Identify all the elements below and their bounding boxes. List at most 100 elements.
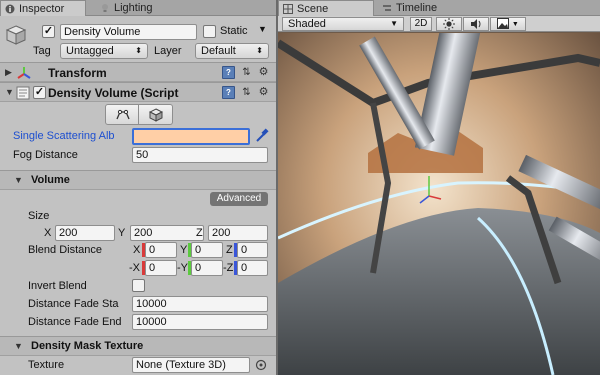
- presets-icon[interactable]: ⇅: [240, 66, 253, 79]
- tab-lighting[interactable]: Lighting: [96, 0, 176, 16]
- script-icon: [16, 86, 30, 100]
- chevron-down-icon: ⬍: [256, 46, 263, 55]
- tab-scene-label: Scene: [297, 3, 329, 15]
- edit-shape-button[interactable]: [139, 104, 173, 125]
- chevron-down-icon: ▼: [390, 19, 398, 28]
- blend-pos-x-label: X: [133, 244, 141, 256]
- single-scattering-albedo-label: Single Scattering Alb: [13, 130, 115, 142]
- size-label: Size: [28, 210, 50, 222]
- density-mask-section-header[interactable]: ▼ Density Mask Texture: [0, 336, 276, 356]
- tab-inspector[interactable]: Inspector: [0, 0, 86, 16]
- static-checkbox[interactable]: [203, 25, 216, 38]
- distance-fade-start-field[interactable]: 10000: [132, 296, 268, 312]
- static-label: Static: [220, 25, 248, 37]
- scene-tabbar: Scene Timeline: [278, 0, 600, 16]
- shading-mode-dropdown[interactable]: Shaded ▼: [282, 17, 404, 31]
- texture-label: Texture: [28, 359, 65, 371]
- distance-fade-start-label: Distance Fade Sta: [28, 298, 119, 310]
- chevron-down-icon: ▼: [511, 21, 519, 29]
- volume-section-title: Volume: [31, 174, 70, 186]
- blend-neg-x-label: -X: [129, 262, 140, 274]
- gear-icon[interactable]: ⚙: [257, 86, 270, 99]
- help-book-icon[interactable]: ?: [222, 86, 235, 99]
- tab-timeline[interactable]: Timeline: [378, 0, 474, 16]
- blend-pos-z-label: Z: [226, 244, 233, 256]
- lightbulb-icon: [102, 4, 108, 12]
- timeline-icon: [383, 5, 391, 11]
- foldout-collapsed-icon[interactable]: ▶: [5, 67, 12, 78]
- scene-panel: Scene Timeline Shaded ▼ 2D ▼: [278, 0, 600, 375]
- size-x-axis-label: X: [44, 227, 52, 239]
- gear-icon[interactable]: ⚙: [257, 66, 270, 79]
- help-book-icon[interactable]: ?: [222, 66, 235, 79]
- eyedropper-icon[interactable]: [255, 128, 269, 143]
- tag-value: Untagged: [66, 45, 114, 57]
- tag-dropdown[interactable]: Untagged ⬍: [60, 43, 148, 59]
- presets-icon[interactable]: ⇅: [240, 86, 253, 99]
- blend-neg-z-label: -Z: [223, 262, 234, 274]
- distance-fade-end-label: Distance Fade End: [28, 316, 122, 328]
- gameobject-name-field[interactable]: Density Volume: [60, 24, 197, 40]
- texture-object-field[interactable]: None (Texture 3D): [132, 357, 250, 373]
- density-volume-enabled-checkbox[interactable]: ✓: [33, 86, 46, 99]
- gameobject-cube-icon: [5, 25, 27, 45]
- blend-neg-y-label: -Y: [177, 262, 188, 274]
- blend-pos-z-field[interactable]: 0: [237, 242, 268, 258]
- invert-blend-checkbox[interactable]: [132, 279, 145, 292]
- foldout-expanded-icon[interactable]: ▼: [14, 341, 23, 351]
- inspector-tabbar: Inspector Lighting: [0, 0, 276, 16]
- blend-neg-z-field[interactable]: 0: [237, 260, 268, 276]
- size-y-field[interactable]: 200: [130, 225, 204, 241]
- info-icon: [5, 4, 15, 14]
- transform-title: Transform: [48, 66, 107, 80]
- foldout-expanded-icon[interactable]: ▼: [14, 175, 23, 185]
- scene-viewport[interactable]: [278, 33, 600, 375]
- size-z-field[interactable]: 200: [208, 225, 268, 241]
- audio-toggle-button[interactable]: [463, 17, 489, 31]
- fog-distance-field[interactable]: 50: [132, 147, 268, 163]
- object-picker-icon[interactable]: [255, 359, 267, 371]
- density-mask-section-title: Density Mask Texture: [31, 340, 144, 352]
- edit-blend-button[interactable]: [105, 104, 139, 125]
- tab-timeline-label: Timeline: [396, 2, 438, 14]
- density-volume-title: Density Volume (Script: [48, 86, 179, 100]
- inspector-panel: Inspector Lighting ✓ Density Volume Stat…: [0, 0, 276, 375]
- transform-axes-icon: [17, 67, 31, 79]
- density-volume-header[interactable]: ▼ ✓ Density Volume (Script ? ⇅ ⚙: [0, 82, 276, 102]
- image-icon: [497, 18, 510, 29]
- invert-blend-label: Invert Blend: [28, 280, 87, 292]
- layer-dropdown[interactable]: Default ⬍: [195, 43, 269, 59]
- static-dropdown-arrow-icon[interactable]: ▼: [258, 24, 267, 34]
- scene-grid-icon: [283, 4, 293, 14]
- tab-scene[interactable]: Scene: [278, 0, 374, 16]
- blend-distance-label: Blend Distance: [28, 244, 102, 256]
- blend-neg-x-field[interactable]: 0: [145, 260, 177, 276]
- foldout-expanded-icon[interactable]: ▼: [5, 87, 14, 97]
- layer-label: Layer: [154, 45, 182, 57]
- size-x-field[interactable]: 200: [55, 225, 115, 241]
- tab-inspector-label: Inspector: [19, 3, 65, 15]
- effects-dropdown-button[interactable]: ▼: [490, 17, 526, 31]
- size-z-axis-label: Z: [196, 227, 203, 239]
- cube-icon: [149, 108, 163, 122]
- toggle-2d-button[interactable]: 2D: [410, 17, 432, 31]
- advanced-toggle-button[interactable]: Advanced: [210, 192, 268, 206]
- tag-label: Tag: [33, 45, 51, 57]
- tab-lighting-label: Lighting: [114, 2, 153, 14]
- blend-pos-y-field[interactable]: 0: [191, 242, 223, 258]
- size-y-axis-label: Y: [118, 227, 126, 239]
- shading-mode-value: Shaded: [288, 18, 326, 30]
- chevron-down-icon: ⬍: [135, 46, 142, 55]
- sun-icon: [443, 18, 455, 30]
- scene-toolbar: Shaded ▼ 2D ▼: [278, 16, 600, 32]
- lighting-toggle-button[interactable]: [436, 17, 462, 31]
- fog-distance-label: Fog Distance: [13, 149, 78, 161]
- single-scattering-albedo-color-field[interactable]: [132, 128, 250, 145]
- blend-pos-y-label: Y: [180, 244, 188, 256]
- distance-fade-end-field[interactable]: 10000: [132, 314, 268, 330]
- volume-section-header[interactable]: ▼ Volume: [0, 170, 276, 190]
- transform-header[interactable]: ▶ Transform ? ⇅ ⚙: [0, 62, 276, 82]
- gameobject-active-checkbox[interactable]: ✓: [42, 25, 55, 38]
- blend-pos-x-field[interactable]: 0: [145, 242, 177, 258]
- blend-neg-y-field[interactable]: 0: [191, 260, 223, 276]
